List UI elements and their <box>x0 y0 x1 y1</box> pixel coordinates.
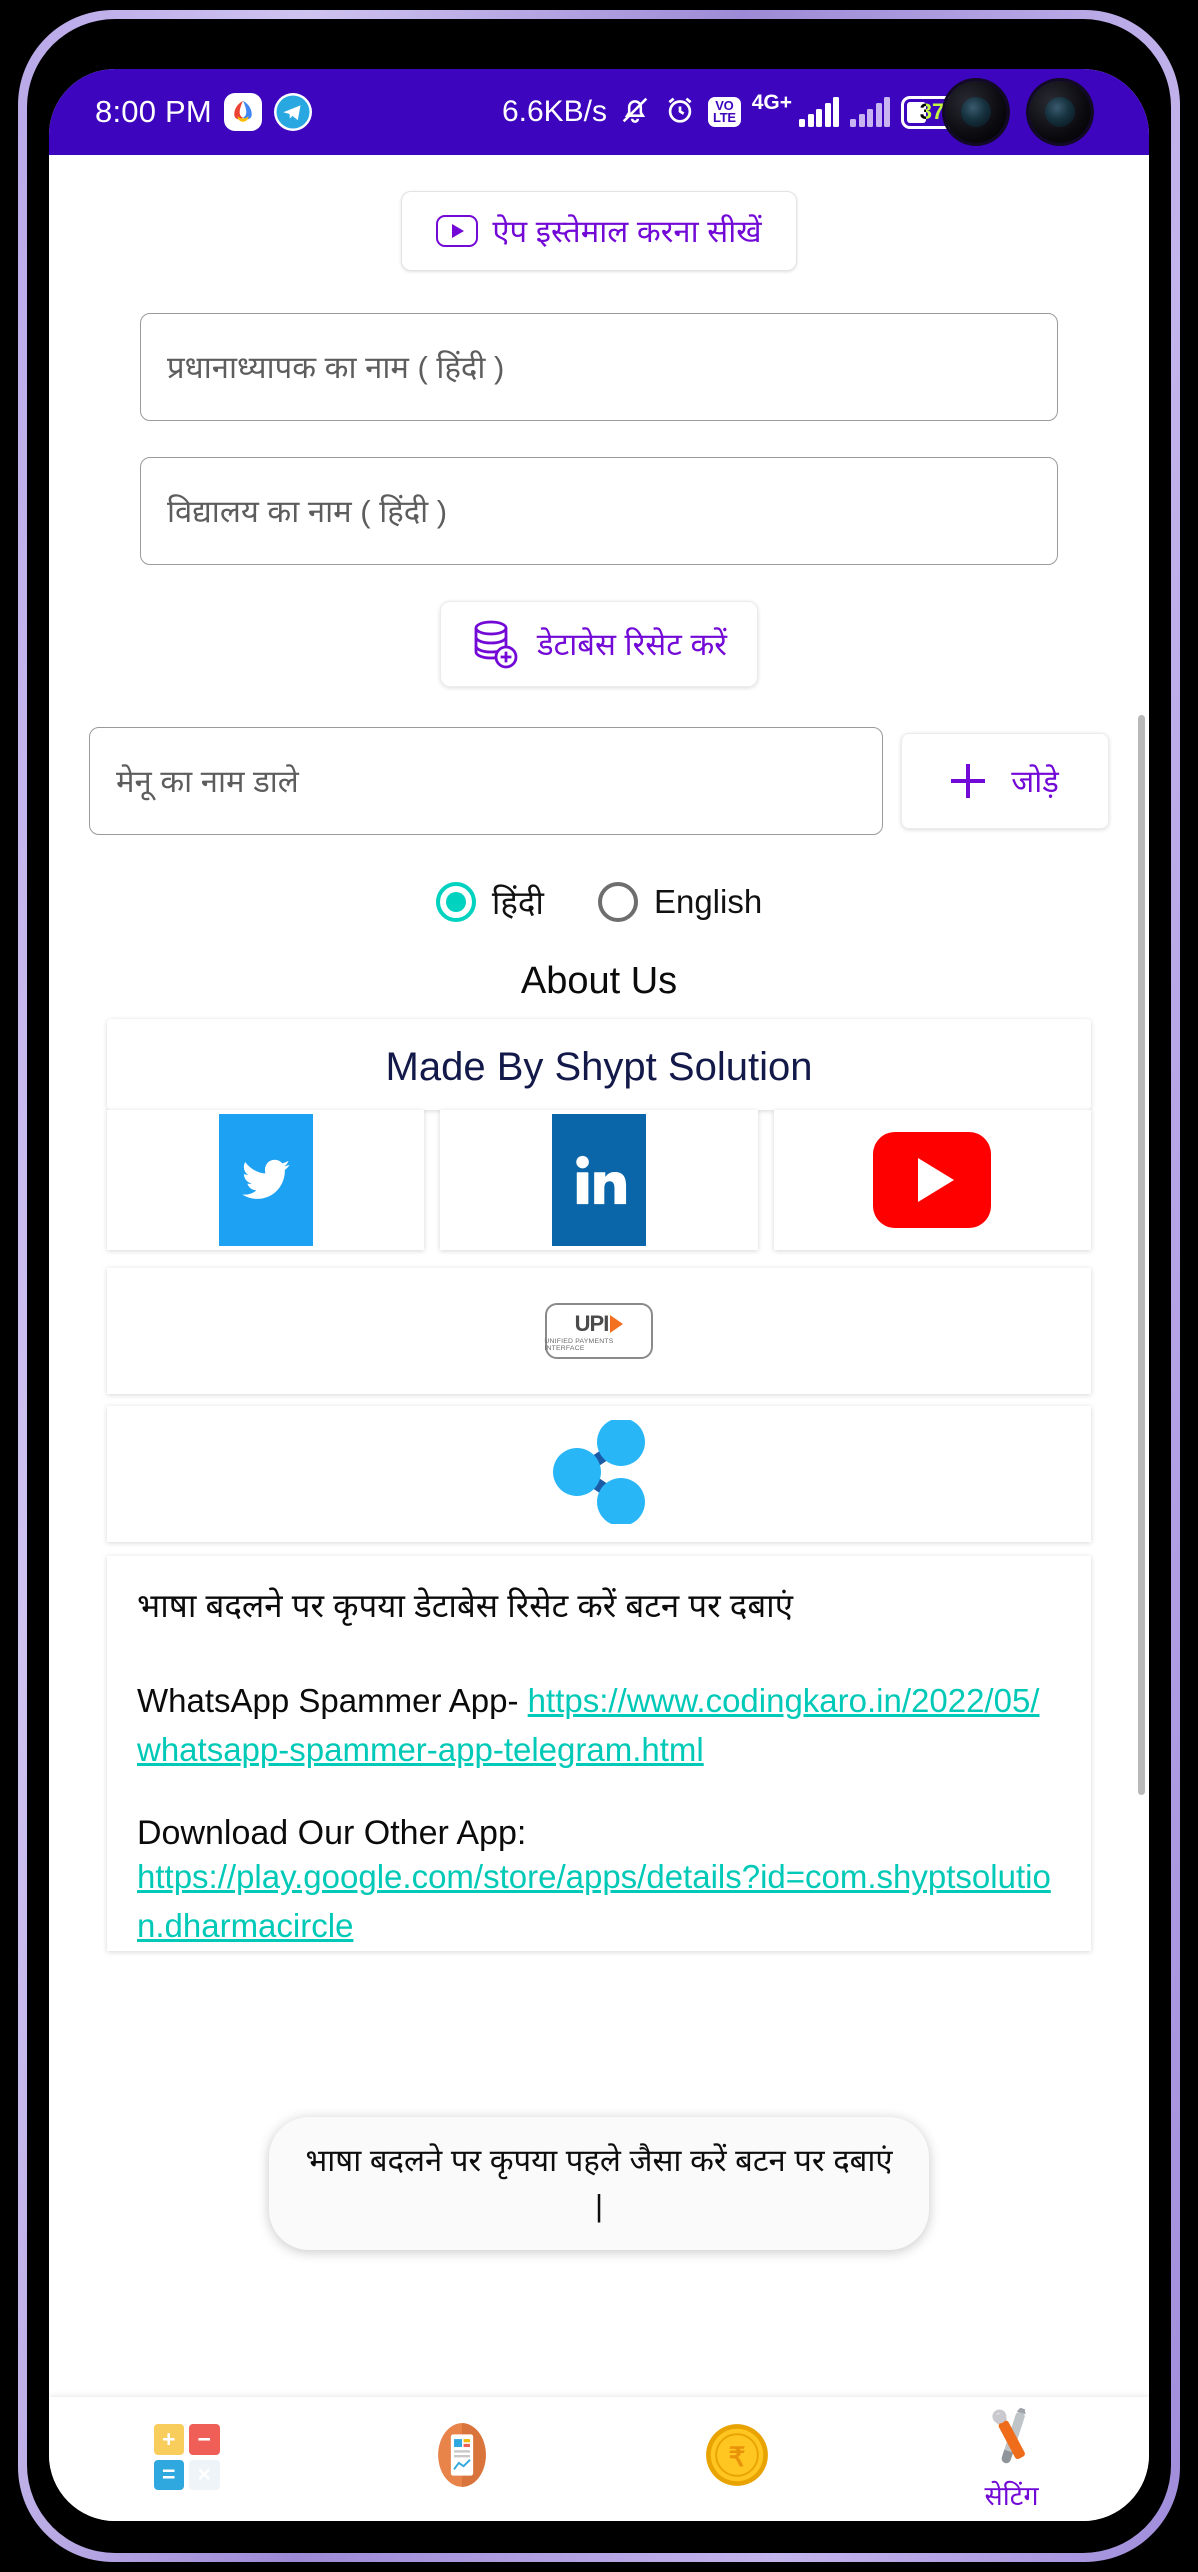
rupee-coin-icon: ₹ <box>703 2421 771 2494</box>
telegram-icon <box>273 93 312 131</box>
add-menu-button[interactable]: जोड़े <box>901 733 1109 829</box>
learn-how-to-use-app-button[interactable]: ऐप इस्तेमाल करना सीखें <box>401 191 797 271</box>
radio-english-label: English <box>653 882 763 920</box>
db-reset-row: डेटाबेस रिसेट करें <box>49 601 1149 687</box>
nav-item-report[interactable] <box>324 2420 599 2499</box>
phone-bezel: 8:00 PM 6.6KB/s VO LTE 4G+ 37 ऐप इस्तेमा… <box>27 19 1171 2553</box>
youtube-icon <box>873 1132 992 1228</box>
status-bar: 8:00 PM 6.6KB/s VO LTE 4G+ 37 <box>49 69 1149 155</box>
toast-message: भाषा बदलने पर कृपया पहले जैसा करें बटन प… <box>269 2117 929 2251</box>
play-box-icon <box>436 215 479 247</box>
twitter-icon <box>218 1114 313 1246</box>
twitter-link[interactable] <box>107 1110 425 1250</box>
nav-label-settings: सेटिंग <box>984 2481 1039 2511</box>
database-reset-label: डेटाबेस रिसेट करें <box>537 627 727 662</box>
plus-icon <box>951 764 986 798</box>
school-name-placeholder: विद्यालय का नाम ( हिंदी ) <box>167 494 448 529</box>
language-notice-text: भाषा बदलने पर कृपया डेटाबेस रिसेट करें ब… <box>137 1587 793 1624</box>
report-document-icon <box>429 2420 495 2495</box>
whatsapp-app-line: WhatsApp Spammer App- https://www.coding… <box>137 1677 1061 1775</box>
volte-icon: VO LTE <box>708 97 741 127</box>
alarm-clock-icon <box>663 93 697 132</box>
phone-screen: 8:00 PM 6.6KB/s VO LTE 4G+ 37 ऐप इस्तेमा… <box>49 69 1149 2521</box>
principal-name-input[interactable]: प्रधानाध्यापक का नाम ( हिंदी ) <box>140 313 1058 421</box>
info-box: भाषा बदलने पर कृपया डेटाबेस रिसेट करें ब… <box>107 1556 1091 1952</box>
svg-text:₹: ₹ <box>728 2441 745 2471</box>
add-menu-label: जोड़े <box>1011 764 1059 799</box>
database-add-icon <box>471 618 519 670</box>
social-links-row <box>107 1110 1091 1250</box>
download-app-label: Download Our Other App: <box>137 1814 527 1853</box>
download-app-line: https://play.google.com/store/apps/detai… <box>137 1853 1061 1951</box>
nav-item-settings[interactable]: सेटिंग <box>874 2405 1149 2513</box>
made-by-card: Made By Shypt Solution <box>107 1019 1091 1110</box>
google-pay-icon <box>223 93 262 131</box>
linkedin-icon <box>551 1114 646 1246</box>
app-content: ऐप इस्तेमाल करना सीखें प्रधानाध्यापक का … <box>49 155 1149 2397</box>
download-app-link[interactable]: https://play.google.com/store/apps/detai… <box>137 1858 1051 1944</box>
status-bar-right: 6.6KB/s VO LTE 4G+ 37 <box>501 91 1115 132</box>
whatsapp-app-label: WhatsApp Spammer App- <box>137 1681 519 1719</box>
upi-link[interactable]: UPI UNIFIED PAYMENTS INTERFACE <box>107 1268 1091 1394</box>
language-radio-group: हिंदी English <box>49 879 1149 924</box>
school-name-input[interactable]: विद्यालय का नाम ( हिंदी ) <box>140 457 1058 565</box>
network-type-label: 4G+ <box>751 91 792 114</box>
radio-option-english[interactable]: English <box>597 881 763 922</box>
upi-icon: UPI UNIFIED PAYMENTS INTERFACE <box>544 1303 653 1359</box>
menu-name-placeholder: मेनू का नाम डाले <box>116 764 299 799</box>
made-by-label: Made By Shypt Solution <box>385 1045 813 1089</box>
learn-button-label: ऐप इस्तेमाल करना सीखें <box>492 214 762 249</box>
database-reset-button[interactable]: डेटाबेस रिसेट करें <box>440 601 758 687</box>
youtube-link[interactable] <box>773 1110 1091 1250</box>
radio-hindi-label: हिंदी <box>491 884 544 921</box>
learn-button-row: ऐप इस्तेमाल करना सीखें <box>49 155 1149 271</box>
calculator-icon: + − = × <box>153 2424 220 2490</box>
linkedin-link[interactable] <box>440 1110 758 1250</box>
menu-name-input[interactable]: मेनू का नाम डाले <box>89 727 883 835</box>
network-speed: 6.6KB/s <box>501 95 608 128</box>
toast-text: भाषा बदलने पर कृपया पहले जैसा करें बटन प… <box>305 2143 893 2223</box>
camera-punch-hole-1 <box>945 81 1007 143</box>
bottom-navigation-bar: + − = × ₹ सेटिंग <box>49 2397 1149 2521</box>
about-us-heading: About Us <box>520 960 678 1002</box>
mute-bell-icon <box>618 93 652 132</box>
nav-item-calculator[interactable]: + − = × <box>49 2424 324 2494</box>
upi-subtitle: UNIFIED PAYMENTS INTERFACE <box>544 1337 614 1352</box>
signal-bars-icon-2 <box>850 97 890 127</box>
signal-bars-icon-1 <box>799 97 839 127</box>
phone-frame: 8:00 PM 6.6KB/s VO LTE 4G+ 37 ऐप इस्तेमा… <box>18 10 1180 2562</box>
radio-option-hindi[interactable]: हिंदी <box>435 879 544 924</box>
principal-name-placeholder: प्रधानाध्यापक का नाम ( हिंदी ) <box>167 350 505 385</box>
radio-hindi-indicator <box>435 881 476 922</box>
share-button[interactable] <box>107 1406 1091 1542</box>
camera-punch-hole-2 <box>1029 81 1091 143</box>
radio-english-indicator <box>597 881 638 922</box>
share-nodes-icon <box>545 1417 653 1529</box>
menu-add-row: मेनू का नाम डाले जोड़े <box>89 727 1109 835</box>
nav-item-rupee[interactable]: ₹ <box>599 2421 874 2498</box>
status-bar-left: 8:00 PM <box>95 93 312 131</box>
vertical-scrollbar[interactable] <box>1138 715 1145 1795</box>
status-time: 8:00 PM <box>95 94 212 129</box>
tools-settings-icon <box>977 2405 1047 2472</box>
upi-wordmark: UPI <box>575 1311 624 1337</box>
